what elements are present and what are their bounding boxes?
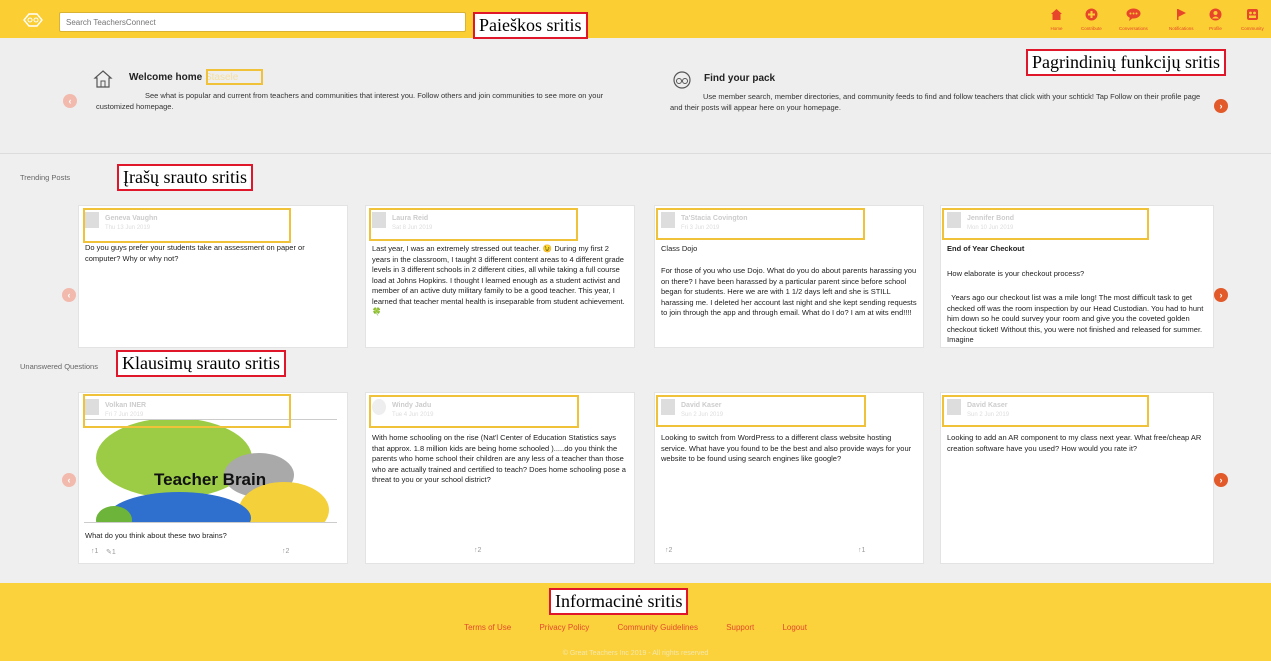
author-highlight-box [83,208,291,243]
nav-notifications-label: Notifications [1169,26,1194,31]
privacy-policy-link[interactable]: Privacy Policy [539,623,589,632]
nav-profile-label: Profile [1209,26,1222,31]
community-guidelines-link[interactable]: Community Guidelines [617,623,697,632]
plus-icon [1085,8,1098,23]
nav-home-label: Home [1050,26,1063,31]
comment-value: 1 [111,549,116,556]
upvote-value: 1 [94,548,99,555]
question-image[interactable]: Teacher Brain [84,419,337,523]
question-body: Looking to switch from WordPress to a di… [661,433,912,463]
nav-community-label: Community [1241,26,1264,31]
answer-value: 2 [285,548,290,555]
author-highlight-box [369,208,578,241]
community-icon [1246,8,1259,23]
binoculars-icon [670,70,694,92]
copyright: © Great Teachers Inc 2019 - All rights r… [562,650,709,657]
callout-info-area: Informacinė sritis [549,588,689,615]
trending-next-button[interactable]: › [1214,288,1228,302]
flag-icon [1175,8,1188,23]
author-highlight-box [656,395,866,427]
logout-link[interactable]: Logout [782,623,806,632]
upvote-count[interactable]: ↑2 [665,547,672,554]
top-bar: Home Contribute Conversations Notificati… [0,0,1271,38]
author-highlight-box [656,208,865,240]
home-icon [1050,8,1063,23]
trending-prev-button[interactable]: ‹ [62,288,76,302]
callout-posts-feed-area: Įrašų srauto sritis [117,164,253,191]
post-body: Last year, I was an extremely stressed o… [372,244,625,316]
questions-next-button[interactable]: › [1214,473,1228,487]
upvote-count[interactable]: ↑1 [91,548,98,555]
unanswered-questions-label: Unanswered Questions [20,362,98,371]
post-body: Do you guys prefer your students take an… [85,243,305,263]
chat-icon [1126,8,1141,23]
support-link[interactable]: Support [726,623,754,632]
author-highlight-box [942,208,1149,240]
trending-posts-label: Trending Posts [20,173,71,182]
footer-links: Terms of Use Privacy Policy Community Gu… [0,623,1271,632]
pack-title: Find your pack [704,73,776,84]
hero-next-button[interactable]: › [1214,99,1228,113]
callout-questions-feed-area: Klausimų srauto sritis [116,350,286,377]
search-input[interactable] [59,12,466,32]
answer-count[interactable]: ↑1 [858,547,865,554]
divider [0,153,1271,154]
nav-contribute[interactable]: Contribute [1081,8,1102,34]
user-icon [1209,8,1222,23]
post-body: For those of you who use Dojo. What do y… [661,266,917,317]
author-highlight-box [369,395,579,428]
answer-value: 1 [861,547,866,554]
username-highlight-box [206,69,263,85]
question-body: What do you think about these two brains… [85,531,227,540]
nav-contribute-label: Contribute [1081,26,1102,31]
questions-prev-button[interactable]: ‹ [62,473,76,487]
post-title: End of Year Checkout [947,244,1025,253]
teachersconnect-logo-icon[interactable] [22,12,44,28]
callout-search-area: Paieškos sritis [473,12,588,39]
upvote-count[interactable]: ↑2 [474,547,481,554]
answer-count[interactable]: ↑2 [282,548,289,555]
upvote-value: 2 [668,547,673,554]
welcome-text: See what is popular and current from tea… [96,91,604,111]
welcome-title-text: Welcome home [129,72,203,83]
question-body: Looking to add an AR component to my cla… [947,433,1202,453]
nav-profile[interactable]: Profile [1209,8,1222,34]
callout-main-functions-area: Pagrindinių funkcijų sritis [1026,49,1226,76]
post-subtitle: How elaborate is your checkout process? [947,269,1085,278]
post-body: Years ago our checkout list was a mile l… [947,293,1206,344]
nav-community[interactable]: Community [1241,8,1264,34]
nav-conversations-label: Conversations [1119,26,1148,31]
post-title: Class Dojo [661,244,698,253]
author-highlight-box [942,395,1149,427]
image-caption: Teacher Brain [154,470,267,489]
house-icon [93,69,113,91]
author-highlight-box [83,394,291,428]
pack-text: Use member search, member directories, a… [670,92,1201,112]
comment-count[interactable]: ✎1 [106,548,116,556]
nav-conversations[interactable]: Conversations [1119,8,1148,34]
upvote-value: 2 [477,547,482,554]
nav-home[interactable]: Home [1050,8,1063,34]
hero-prev-button[interactable]: ‹ [63,94,77,108]
nav-notifications[interactable]: Notifications [1169,8,1194,34]
question-body: With home schooling on the rise (Nat'l C… [372,433,626,484]
terms-of-use-link[interactable]: Terms of Use [464,623,511,632]
